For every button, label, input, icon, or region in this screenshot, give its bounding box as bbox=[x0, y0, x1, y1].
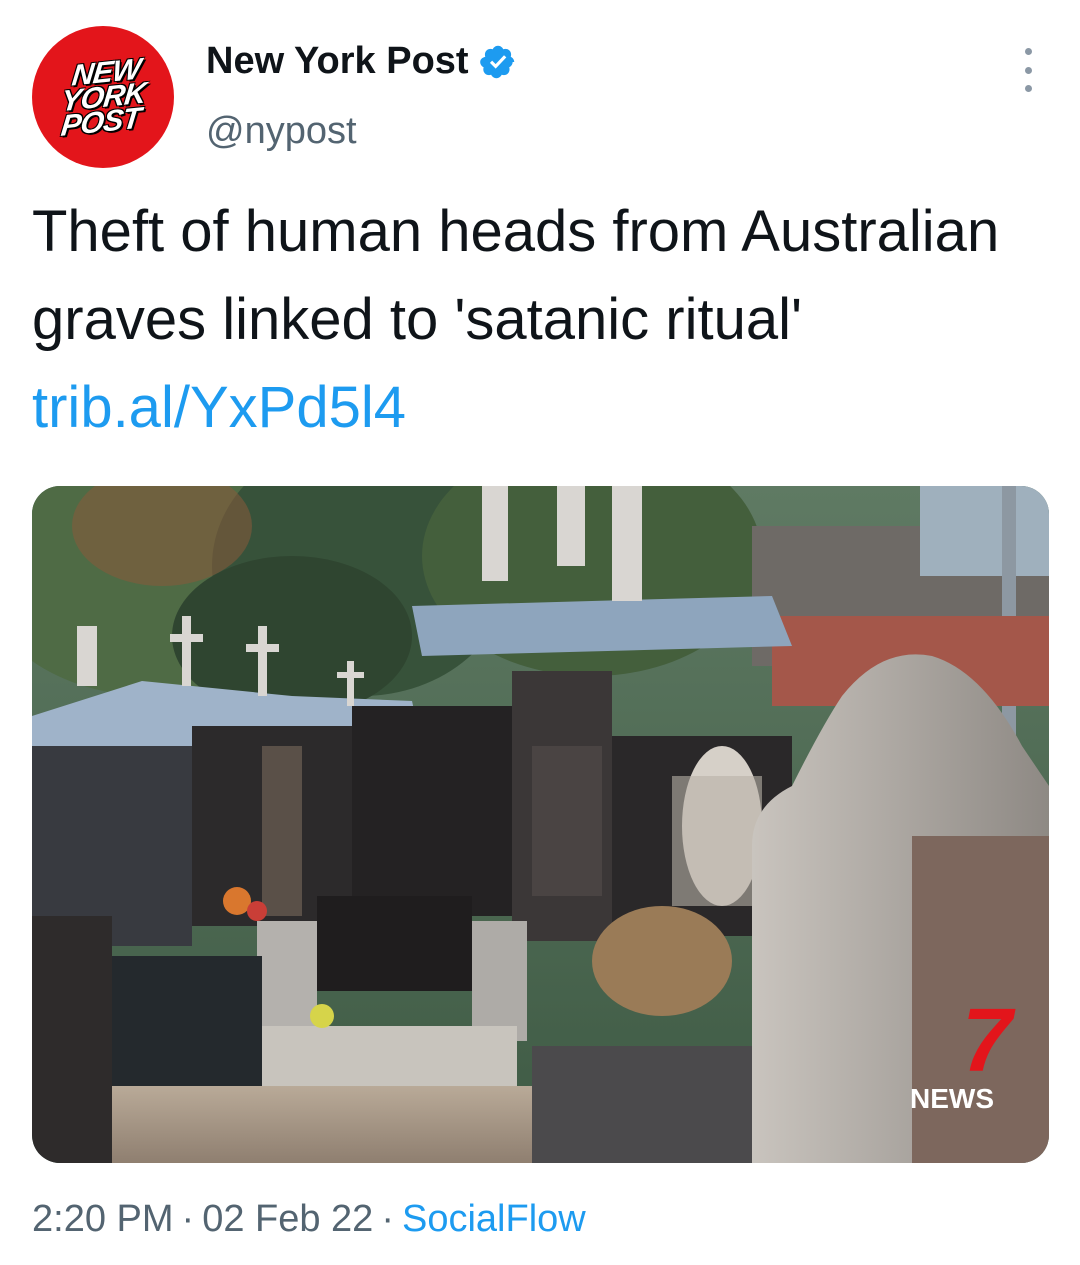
verified-badge-icon bbox=[479, 45, 514, 78]
tweet-time[interactable]: 2:20 PM bbox=[32, 1198, 174, 1240]
tweet-meta: 2:20 PM · 02 Feb 22 · SocialFlow bbox=[32, 1198, 586, 1241]
meta-separator-2: · bbox=[381, 1198, 394, 1240]
tweet-media-image[interactable]: 7 NEWS bbox=[32, 486, 1049, 1163]
tweet-date[interactable]: 02 Feb 22 bbox=[202, 1198, 373, 1240]
display-name[interactable]: New York Post bbox=[206, 40, 469, 83]
cemetery-photo: 7 NEWS bbox=[32, 486, 1049, 1163]
tweet-text: Theft of human heads from Australian gra… bbox=[32, 188, 1042, 452]
nypost-logo: NEW YORK POST bbox=[59, 52, 147, 143]
meta-separator: · bbox=[181, 1198, 195, 1240]
avatar[interactable]: NEW YORK POST bbox=[32, 26, 174, 168]
watermark-seven: 7 bbox=[962, 991, 1016, 1091]
tweet-link[interactable]: trib.al/YxPd5l4 bbox=[32, 375, 406, 440]
tweet-source[interactable]: SocialFlow bbox=[402, 1198, 586, 1240]
tweet-body: Theft of human heads from Australian gra… bbox=[32, 199, 1000, 352]
author-name-row: New York Post bbox=[206, 40, 517, 83]
handle[interactable]: @nypost bbox=[206, 110, 357, 153]
watermark-news: NEWS bbox=[910, 1083, 994, 1114]
more-options-icon[interactable] bbox=[1008, 48, 1048, 92]
